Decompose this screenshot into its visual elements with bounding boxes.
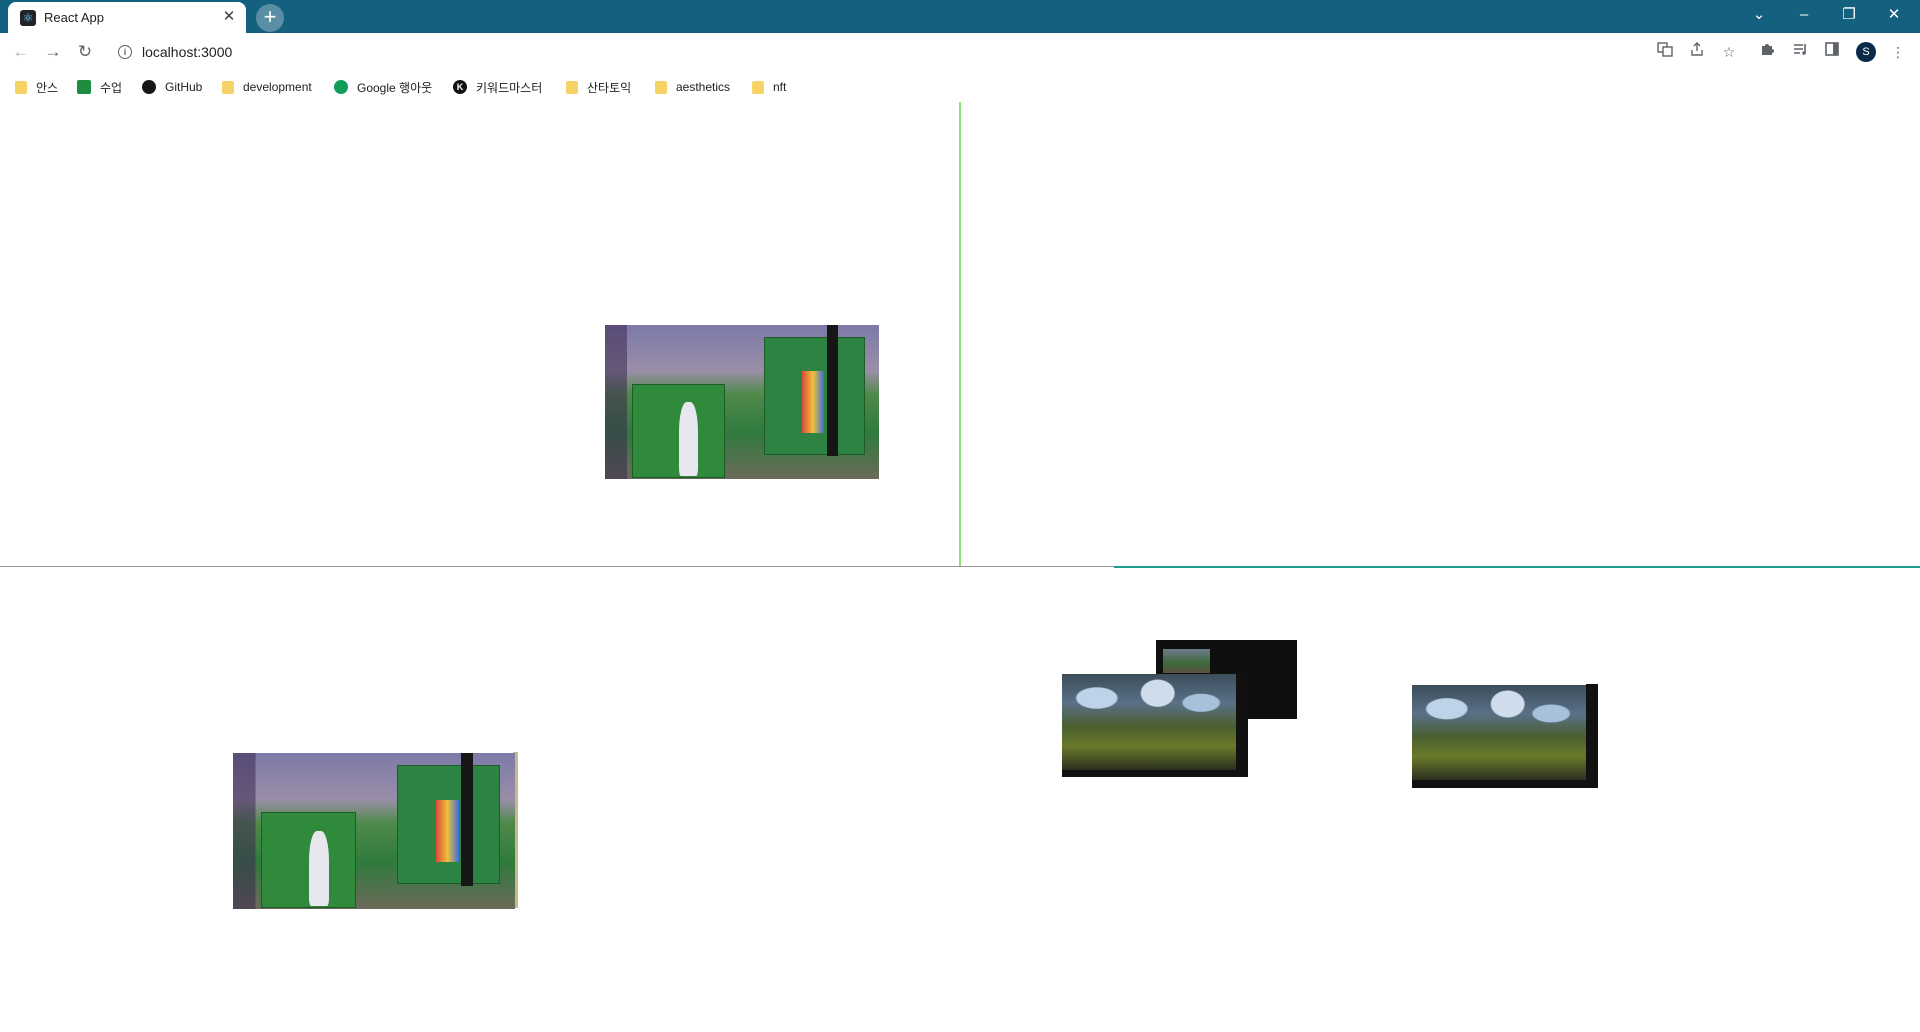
bookmark-folder-nft[interactable]: nft xyxy=(752,77,786,97)
star-icon[interactable]: ☆ xyxy=(1717,40,1741,64)
share-icon[interactable] xyxy=(1685,40,1709,64)
bookmark-folder-santa-toeic[interactable]: 산타토익 xyxy=(566,77,631,97)
github-icon xyxy=(142,80,156,94)
reload-button[interactable]: ↻ xyxy=(73,40,97,64)
horizontal-divider xyxy=(0,566,1114,567)
minimize-button[interactable]: – xyxy=(1782,0,1826,30)
pole xyxy=(826,325,838,456)
classroom-icon xyxy=(77,80,91,94)
pole xyxy=(461,753,473,886)
new-tab-button[interactable]: + xyxy=(256,4,284,32)
reading-list-icon[interactable] xyxy=(1788,40,1812,64)
sidepanel-icon[interactable] xyxy=(1820,40,1844,64)
extensions-icon[interactable] xyxy=(1756,40,1780,64)
menu-icon[interactable]: ⋮ xyxy=(1886,40,1910,64)
browser-toolbar: ← → ↻ i localhost:3000 ☆ ⋮ xyxy=(0,33,1920,71)
avatar[interactable]: S xyxy=(1856,42,1876,62)
folder-icon xyxy=(655,80,667,94)
close-icon[interactable]: ✕ xyxy=(220,8,238,26)
folder-icon xyxy=(566,80,578,94)
tab-react-app[interactable]: ⚛ React App ✕ xyxy=(8,2,246,33)
folder-icon xyxy=(752,80,764,94)
tab-title: React App xyxy=(44,10,104,25)
bookmark-classroom[interactable]: 수업 xyxy=(77,77,122,97)
page-viewport xyxy=(0,102,1920,1032)
keyword-master-icon: K xyxy=(453,80,467,94)
restore-button[interactable]: ❐ xyxy=(1827,0,1871,30)
forward-button[interactable]: → xyxy=(41,40,65,64)
horizontal-divider-accent xyxy=(1114,566,1920,568)
poster-stripe xyxy=(802,371,825,433)
bookmark-folder-ans[interactable]: 안스 xyxy=(15,77,58,97)
react-icon: ⚛ xyxy=(20,10,36,26)
tab-search-icon[interactable]: ⌄ xyxy=(1737,0,1781,30)
back-button[interactable]: ← xyxy=(9,40,33,64)
photo-card-shadow xyxy=(1586,684,1598,788)
tab-strip: ⚛ React App ✕ + ⌄ – ❐ ✕ xyxy=(0,0,1920,33)
photo-card-shadow xyxy=(1062,769,1248,777)
bookmark-keyword-master[interactable]: K 키워드마스터 xyxy=(453,77,542,97)
photo-trees-left[interactable] xyxy=(1062,674,1236,770)
photo-card-shadow xyxy=(1236,673,1248,777)
photo-poster-board-bottom[interactable] xyxy=(233,753,515,909)
address-bar[interactable]: i localhost:3000 xyxy=(110,38,1650,66)
photo-card-shadow xyxy=(1412,779,1598,788)
info-icon[interactable]: i xyxy=(118,45,132,59)
window-close-button[interactable]: ✕ xyxy=(1872,0,1916,30)
bookmark-google-hangouts[interactable]: Google 행아웃 xyxy=(334,77,432,97)
folder-icon xyxy=(15,80,27,94)
bookmark-folder-development[interactable]: development xyxy=(222,77,312,97)
vertical-divider xyxy=(959,102,961,567)
photo-thumbnail xyxy=(1163,649,1210,673)
folder-icon xyxy=(222,80,234,94)
url-text[interactable]: localhost:3000 xyxy=(142,44,232,60)
translate-icon[interactable] xyxy=(1653,40,1677,64)
poster-stripe xyxy=(436,799,459,863)
photo-trees-right[interactable] xyxy=(1412,685,1586,780)
person-figure xyxy=(678,402,699,476)
bookmarks-bar: 안스 수업 GitHub development Google 행아웃 K 키워… xyxy=(0,71,1920,103)
bookmark-folder-aesthetics[interactable]: aesthetics xyxy=(655,77,730,97)
hangouts-icon xyxy=(334,80,348,94)
bookmark-github[interactable]: GitHub xyxy=(142,77,202,97)
person-figure xyxy=(309,831,329,906)
photo-poster-board-top[interactable] xyxy=(605,325,879,479)
